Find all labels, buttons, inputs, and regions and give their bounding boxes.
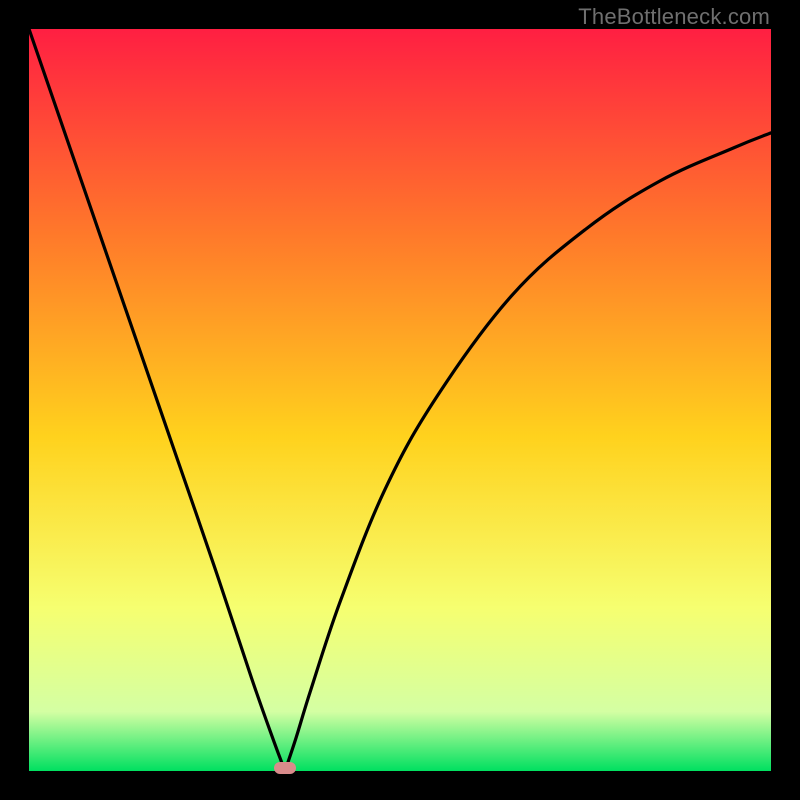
watermark-text: TheBottleneck.com xyxy=(578,4,770,30)
chart-frame xyxy=(29,29,771,771)
bottleneck-chart xyxy=(29,29,771,771)
gradient-background xyxy=(29,29,771,771)
minimum-marker xyxy=(274,762,296,774)
